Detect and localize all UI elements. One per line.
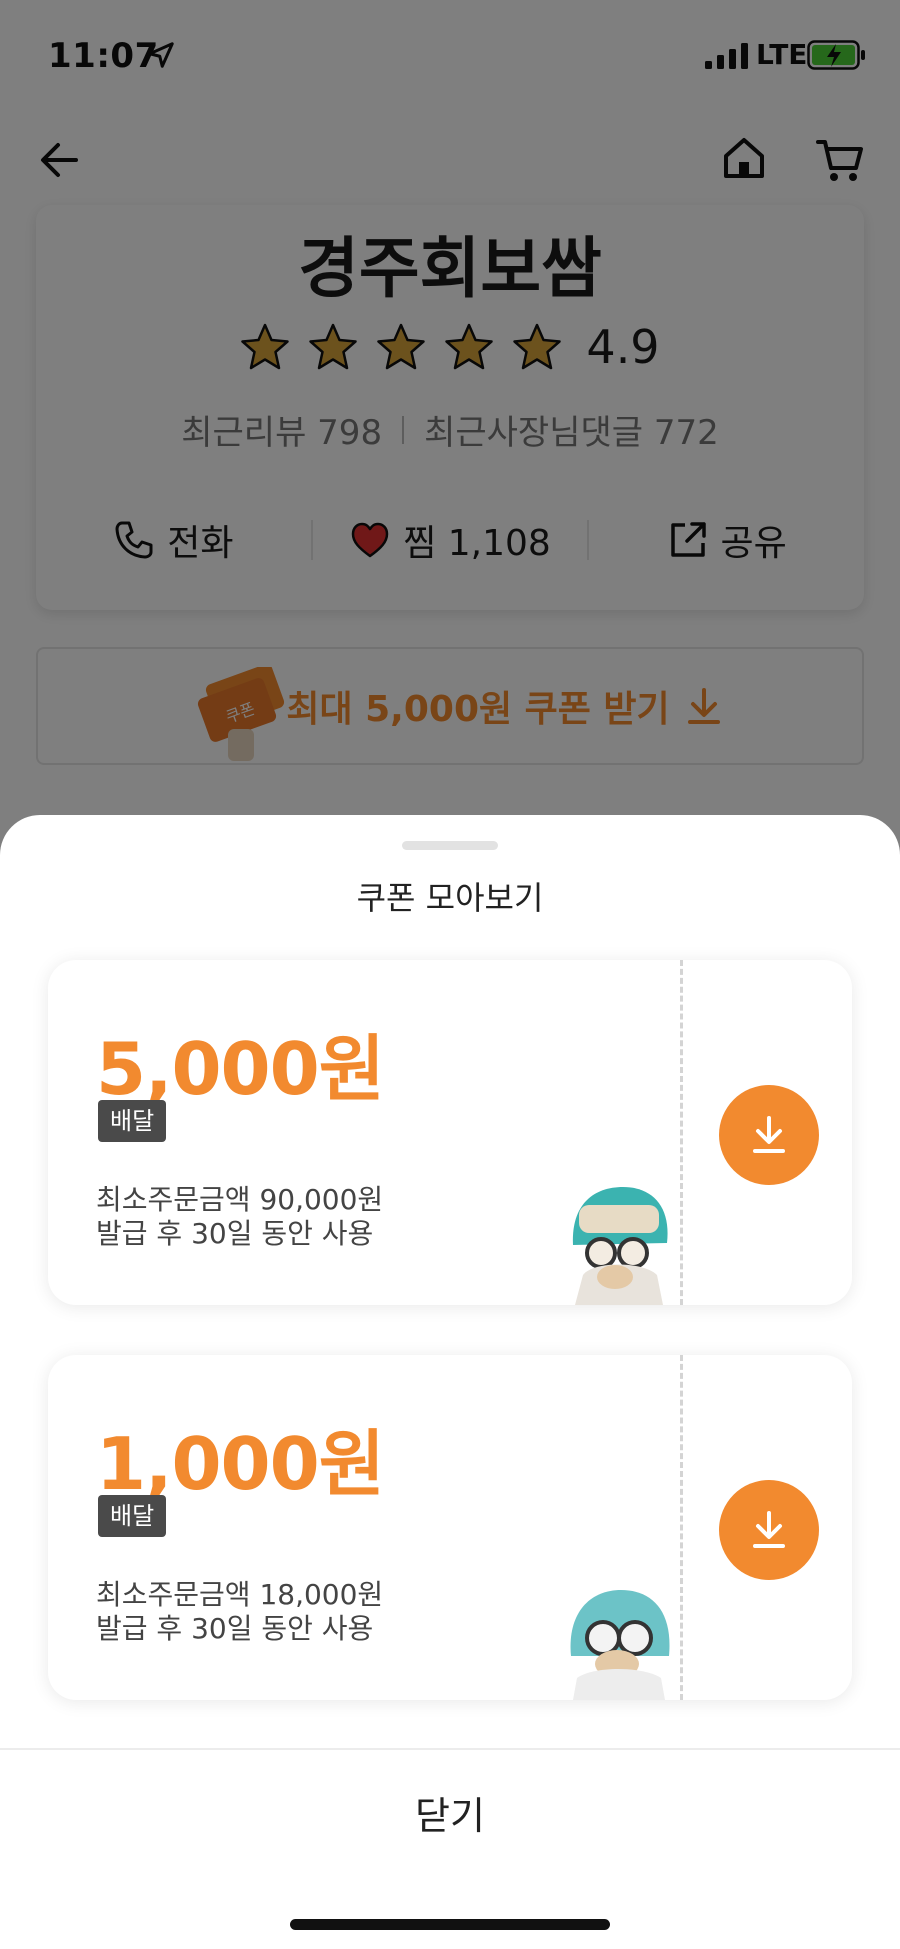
download-coupon-button[interactable] <box>719 1480 819 1580</box>
download-coupon-button[interactable] <box>719 1085 819 1185</box>
coupon-card: 5,000원 배달 최소주문금액 90,000원 발급 후 30일 동안 사용 <box>48 960 852 1305</box>
coupon-perforation <box>680 1355 683 1700</box>
coupon-bottom-sheet: 쿠폰 모아보기 5,000원 배달 최소주문금액 90,000원 발급 후 30… <box>0 815 900 1949</box>
sheet-title: 쿠폰 모아보기 <box>356 879 544 917</box>
download-icon <box>753 1511 785 1548</box>
download-icon <box>753 1116 785 1153</box>
mascot-illustration <box>572 1187 668 1305</box>
coupon-validity: 발급 후 30일 동안 사용 <box>96 1217 374 1250</box>
sheet-drag-handle[interactable] <box>402 841 498 850</box>
mascot-illustration <box>570 1590 670 1700</box>
coupon-type-badge: 배달 <box>98 1495 167 1537</box>
coupon-card: 1,000원 배달 최소주문금액 18,000원 발급 후 30일 동안 사용 <box>48 1355 852 1700</box>
coupon-perforation <box>680 960 683 1305</box>
home-indicator[interactable] <box>290 1919 610 1930</box>
close-button[interactable]: 닫기 <box>0 1785 900 1840</box>
coupon-validity: 발급 후 30일 동안 사용 <box>96 1612 374 1645</box>
footer-divider <box>0 1748 900 1750</box>
coupon-type-badge: 배달 <box>98 1100 167 1142</box>
